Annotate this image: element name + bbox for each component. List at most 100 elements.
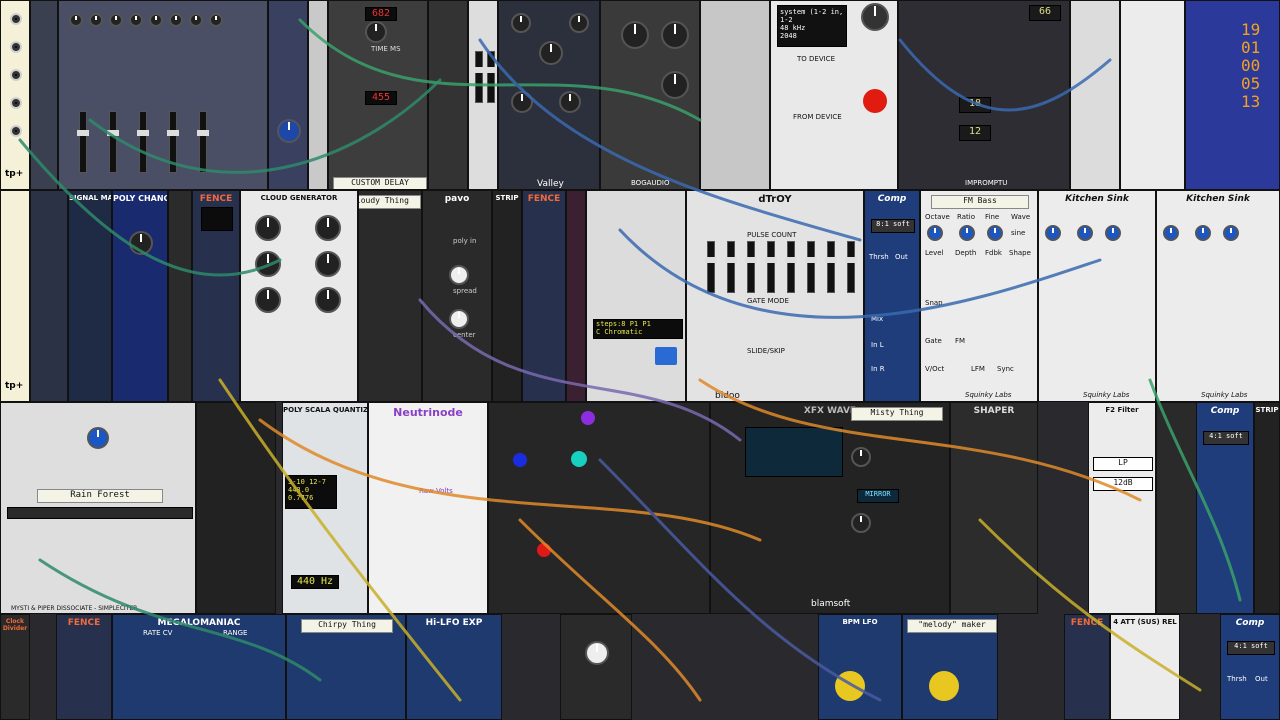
neutrinode-canvas[interactable] — [488, 402, 710, 614]
filter-slider[interactable] — [485, 51, 497, 103]
audio-module-2[interactable]: tp+ — [0, 190, 30, 402]
synth-slim[interactable] — [566, 190, 586, 402]
node-purple[interactable] — [581, 411, 595, 425]
spread-knob[interactable] — [449, 265, 469, 285]
signal-manifold-module[interactable]: SIGNAL MANIFOLD — [68, 190, 112, 402]
octave-knob[interactable] — [851, 447, 871, 467]
poly-scala-quantizer-module[interactable]: POLY SCALA QUANTIZER 3-10 12-7 448.0 0.7… — [282, 402, 368, 614]
hi-lfo-exp-module[interactable]: Hi-LFO EXP — [406, 614, 502, 720]
compressor-module[interactable]: BOGAUDIO — [600, 0, 700, 190]
octave-knob[interactable] — [1045, 225, 1061, 241]
custom-delay-module[interactable]: 682 TIME MS 455 CUSTOM DELAY — [328, 0, 428, 190]
center-knob[interactable] — [449, 309, 469, 329]
clock-display-module[interactable]: 19 01 00 05 13 — [1185, 0, 1280, 190]
filter-slider[interactable] — [473, 51, 485, 103]
outputs-module[interactable] — [196, 402, 276, 614]
pulse-slider[interactable] — [745, 241, 757, 293]
bpm-lfo-module[interactable]: BPM LFO — [818, 614, 902, 720]
mixer-knob[interactable] — [109, 13, 123, 27]
fence-module-4[interactable]: FENCE — [1064, 614, 1110, 720]
neutrinode-controls[interactable]: Neutrinode Raw Volts — [368, 402, 488, 614]
dtroy-left-panel[interactable]: steps:8 P1 P1 C Chromatic — [586, 190, 686, 402]
valley-knob[interactable] — [559, 91, 581, 113]
clock-divider-module[interactable]: Clock Divider — [0, 614, 30, 720]
cloud-generator-module[interactable]: CLOUD GENERATOR — [240, 190, 358, 402]
cloud-knob[interactable] — [315, 287, 341, 313]
melody-maker-module[interactable]: "melody" maker — [902, 614, 998, 720]
fine-knob[interactable] — [987, 225, 1003, 241]
sampler-module[interactable]: Rain Forest MYSTI & PIPER DISSOCIATE - S… — [0, 402, 196, 614]
cloud-knob[interactable] — [255, 287, 281, 313]
chance-knob[interactable] — [129, 231, 153, 255]
speed-knob[interactable] — [585, 641, 609, 665]
fence-module-2[interactable]: FENCE — [522, 190, 566, 402]
valley-plateau-module[interactable]: Valley — [498, 0, 600, 190]
kitchen-sink-module-1[interactable]: Kitchen Sink Squinky Labs — [1038, 190, 1156, 402]
mixer-fader[interactable] — [77, 111, 89, 173]
fine-knob[interactable] — [1223, 225, 1239, 241]
cloudy-envelope-module[interactable]: Cloudy Thing — [358, 190, 422, 402]
cloud-knob[interactable] — [255, 251, 281, 277]
comp-module-3[interactable]: Comp 4:1 soft Thrsh Out — [1220, 614, 1280, 720]
jack[interactable] — [10, 41, 22, 53]
kitchen-sink-module-2[interactable]: Kitchen Sink Squinky Labs — [1156, 190, 1280, 402]
octave-knob[interactable] — [927, 225, 943, 241]
octave-knob[interactable] — [1163, 225, 1179, 241]
level-knob[interactable] — [277, 119, 301, 143]
compressor-knob[interactable] — [661, 21, 689, 49]
pulse-slider[interactable] — [765, 241, 777, 293]
mixer-module[interactable] — [58, 0, 268, 190]
mixer-knob[interactable] — [89, 13, 103, 27]
volume-knob[interactable] — [861, 3, 889, 31]
pulse-slider[interactable] — [725, 241, 737, 293]
playhead-knob[interactable] — [87, 427, 109, 449]
mixer-fader[interactable] — [167, 111, 179, 173]
att-rel-module[interactable]: 4 ATT (SUS) REL — [1110, 614, 1180, 720]
cloud-knob[interactable] — [255, 215, 281, 241]
speed-module[interactable] — [560, 614, 632, 720]
valley-knob[interactable] — [569, 13, 589, 33]
jack[interactable] — [10, 97, 22, 109]
mixer-knob[interactable] — [69, 13, 83, 27]
dtroy-dpad[interactable] — [655, 347, 677, 365]
comp-module-2[interactable]: Comp 4:1 soft — [1196, 402, 1254, 614]
fine-knob[interactable] — [1105, 225, 1121, 241]
wave-select[interactable]: sine — [1011, 229, 1025, 237]
compressor-knob[interactable] — [621, 21, 649, 49]
bogaudio-utility[interactable] — [700, 0, 770, 190]
mixer-knob[interactable] — [149, 13, 163, 27]
compressor-knob[interactable] — [661, 71, 689, 99]
valley-knob[interactable] — [511, 91, 533, 113]
valley-knob[interactable] — [511, 13, 531, 33]
comp-module[interactable]: Comp 8:1 soft Thrsh Out Mix In L In R — [864, 190, 920, 402]
mixer-fader[interactable] — [197, 111, 209, 173]
node-red[interactable] — [537, 543, 551, 557]
delay-extension[interactable] — [428, 0, 468, 190]
strip-module[interactable]: STRIP — [492, 190, 522, 402]
pulse-slider[interactable] — [825, 241, 837, 293]
mixer-fader[interactable] — [107, 111, 119, 173]
ratio-knob[interactable] — [959, 225, 975, 241]
shaper-module[interactable]: SHAPER — [950, 402, 1038, 614]
strip-module-2[interactable]: STRIP — [1254, 402, 1280, 614]
delay-time-knob[interactable] — [365, 21, 387, 43]
filter-slope-select[interactable]: 12dB — [1093, 477, 1153, 491]
ratio-knob[interactable] — [1077, 225, 1093, 241]
mixer-knob[interactable] — [189, 13, 203, 27]
chirpy-lfo-module[interactable]: Chirpy Thing — [286, 614, 406, 720]
record-button[interactable] — [863, 89, 887, 113]
node-blue[interactable] — [513, 453, 527, 467]
dtroy-module[interactable]: dTrOY PULSE COUNT GATE MODE SLIDE/SKIP b… — [686, 190, 864, 402]
filter-mode-select[interactable]: LP — [1093, 457, 1153, 471]
utility-module[interactable] — [1070, 0, 1120, 190]
mixer-knob[interactable] — [129, 13, 143, 27]
impromptu-clocked-module[interactable]: 66 18 12 IMPROMPTU — [898, 0, 1070, 190]
mixer-fader[interactable] — [137, 111, 149, 173]
jack[interactable] — [10, 69, 22, 81]
mixer-knob[interactable] — [169, 13, 183, 27]
trigger-module[interactable] — [1120, 0, 1185, 190]
xfx-wave-module[interactable]: XFX WAVE Misty Thing MIRROR blamsoft — [710, 402, 950, 614]
audio-interface-module[interactable]: system (1-2 in, 1-2 48 kHz 2048 TO DEVIC… — [770, 0, 898, 190]
vcv-rack-workspace[interactable]: tp+ 682 TIME MS 455 CUSTOM DELAY Valley … — [0, 0, 1280, 720]
offset-module[interactable] — [30, 190, 68, 402]
